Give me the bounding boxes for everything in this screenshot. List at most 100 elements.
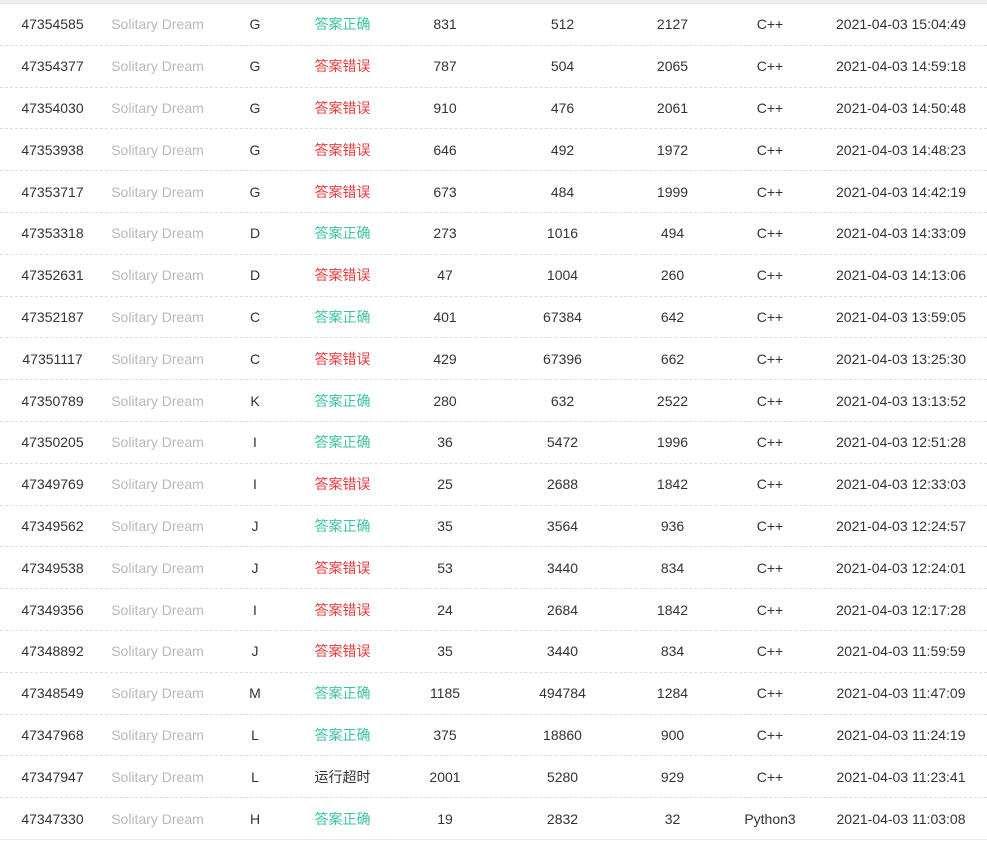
cell-submission-id[interactable]: 47353938 [0, 142, 105, 158]
cell-submission-id[interactable]: 47353717 [0, 184, 105, 200]
submission-row: 47353938Solitary DreamG答案错误6464921972C++… [0, 129, 987, 171]
cell-username[interactable]: Solitary Dream [105, 434, 210, 450]
cell-status[interactable]: 答案错误 [300, 182, 385, 202]
cell-username[interactable]: Solitary Dream [105, 267, 210, 283]
cell-code-length: 2061 [620, 100, 725, 116]
cell-status[interactable]: 答案错误 [300, 98, 385, 118]
cell-code-length: 1999 [620, 184, 725, 200]
cell-status[interactable]: 答案正确 [300, 391, 385, 411]
cell-problem[interactable]: D [210, 225, 300, 241]
cell-problem[interactable]: D [210, 267, 300, 283]
cell-memory: 632 [505, 393, 620, 409]
cell-username[interactable]: Solitary Dream [105, 727, 210, 743]
cell-submission-id[interactable]: 47348549 [0, 685, 105, 701]
cell-language: C++ [725, 16, 815, 32]
cell-submit-time: 2021-04-03 13:25:30 [815, 351, 987, 367]
submissions-table-body: 47354585Solitary DreamG答案正确8315122127C++… [0, 4, 987, 840]
cell-problem[interactable]: C [210, 309, 300, 325]
cell-submission-id[interactable]: 47347947 [0, 769, 105, 785]
cell-status[interactable]: 答案正确 [300, 683, 385, 703]
cell-problem[interactable]: I [210, 602, 300, 618]
cell-status[interactable]: 答案正确 [300, 809, 385, 829]
cell-submission-id[interactable]: 47352631 [0, 267, 105, 283]
cell-submission-id[interactable]: 47350205 [0, 434, 105, 450]
cell-problem[interactable]: G [210, 142, 300, 158]
cell-status[interactable]: 答案错误 [300, 641, 385, 661]
cell-submission-id[interactable]: 47349356 [0, 602, 105, 618]
cell-run-time: 35 [385, 518, 505, 534]
cell-status[interactable]: 答案错误 [300, 474, 385, 494]
cell-username[interactable]: Solitary Dream [105, 685, 210, 701]
cell-status[interactable]: 答案正确 [300, 516, 385, 536]
cell-username[interactable]: Solitary Dream [105, 811, 210, 827]
cell-memory: 67384 [505, 309, 620, 325]
cell-submission-id[interactable]: 47348892 [0, 643, 105, 659]
cell-submission-id[interactable]: 47354377 [0, 58, 105, 74]
cell-status[interactable]: 运行超时 [300, 767, 385, 787]
cell-submission-id[interactable]: 47351117 [0, 351, 105, 367]
cell-status[interactable]: 答案错误 [300, 349, 385, 369]
cell-problem[interactable]: G [210, 100, 300, 116]
cell-submission-id[interactable]: 47354585 [0, 16, 105, 32]
cell-status[interactable]: 答案错误 [300, 140, 385, 160]
cell-status[interactable]: 答案正确 [300, 307, 385, 327]
cell-username[interactable]: Solitary Dream [105, 351, 210, 367]
submission-row: 47348549Solitary DreamM答案正确1185494784128… [0, 673, 987, 715]
cell-problem[interactable]: J [210, 560, 300, 576]
cell-username[interactable]: Solitary Dream [105, 184, 210, 200]
cell-code-length: 1842 [620, 602, 725, 618]
cell-submission-id[interactable]: 47349562 [0, 518, 105, 534]
cell-status[interactable]: 答案错误 [300, 558, 385, 578]
cell-username[interactable]: Solitary Dream [105, 225, 210, 241]
cell-submission-id[interactable]: 47347330 [0, 811, 105, 827]
cell-problem[interactable]: J [210, 643, 300, 659]
cell-username[interactable]: Solitary Dream [105, 142, 210, 158]
cell-language: C++ [725, 560, 815, 576]
cell-submission-id[interactable]: 47349538 [0, 560, 105, 576]
cell-username[interactable]: Solitary Dream [105, 560, 210, 576]
cell-submission-id[interactable]: 47349769 [0, 476, 105, 492]
cell-submission-id[interactable]: 47350789 [0, 393, 105, 409]
cell-run-time: 1185 [385, 685, 505, 701]
cell-username[interactable]: Solitary Dream [105, 643, 210, 659]
cell-username[interactable]: Solitary Dream [105, 393, 210, 409]
cell-status[interactable]: 答案正确 [300, 725, 385, 745]
cell-problem[interactable]: G [210, 16, 300, 32]
cell-username[interactable]: Solitary Dream [105, 476, 210, 492]
cell-language: C++ [725, 476, 815, 492]
cell-run-time: 401 [385, 309, 505, 325]
cell-problem[interactable]: G [210, 58, 300, 74]
cell-username[interactable]: Solitary Dream [105, 518, 210, 534]
cell-memory: 67396 [505, 351, 620, 367]
cell-problem[interactable]: I [210, 434, 300, 450]
cell-submission-id[interactable]: 47354030 [0, 100, 105, 116]
cell-username[interactable]: Solitary Dream [105, 309, 210, 325]
cell-submission-id[interactable]: 47352187 [0, 309, 105, 325]
cell-problem[interactable]: H [210, 811, 300, 827]
cell-language: C++ [725, 685, 815, 701]
cell-run-time: 673 [385, 184, 505, 200]
cell-submission-id[interactable]: 47353318 [0, 225, 105, 241]
cell-submit-time: 2021-04-03 13:59:05 [815, 309, 987, 325]
cell-memory: 504 [505, 58, 620, 74]
cell-submission-id[interactable]: 47347968 [0, 727, 105, 743]
cell-username[interactable]: Solitary Dream [105, 16, 210, 32]
cell-status[interactable]: 答案错误 [300, 600, 385, 620]
cell-problem[interactable]: L [210, 769, 300, 785]
cell-username[interactable]: Solitary Dream [105, 58, 210, 74]
cell-problem[interactable]: J [210, 518, 300, 534]
cell-problem[interactable]: I [210, 476, 300, 492]
cell-status[interactable]: 答案正确 [300, 14, 385, 34]
cell-status[interactable]: 答案正确 [300, 432, 385, 452]
cell-problem[interactable]: G [210, 184, 300, 200]
cell-problem[interactable]: M [210, 685, 300, 701]
cell-status[interactable]: 答案错误 [300, 56, 385, 76]
cell-username[interactable]: Solitary Dream [105, 769, 210, 785]
cell-status[interactable]: 答案错误 [300, 265, 385, 285]
cell-problem[interactable]: L [210, 727, 300, 743]
cell-problem[interactable]: C [210, 351, 300, 367]
cell-username[interactable]: Solitary Dream [105, 100, 210, 116]
cell-problem[interactable]: K [210, 393, 300, 409]
cell-status[interactable]: 答案正确 [300, 223, 385, 243]
cell-username[interactable]: Solitary Dream [105, 602, 210, 618]
